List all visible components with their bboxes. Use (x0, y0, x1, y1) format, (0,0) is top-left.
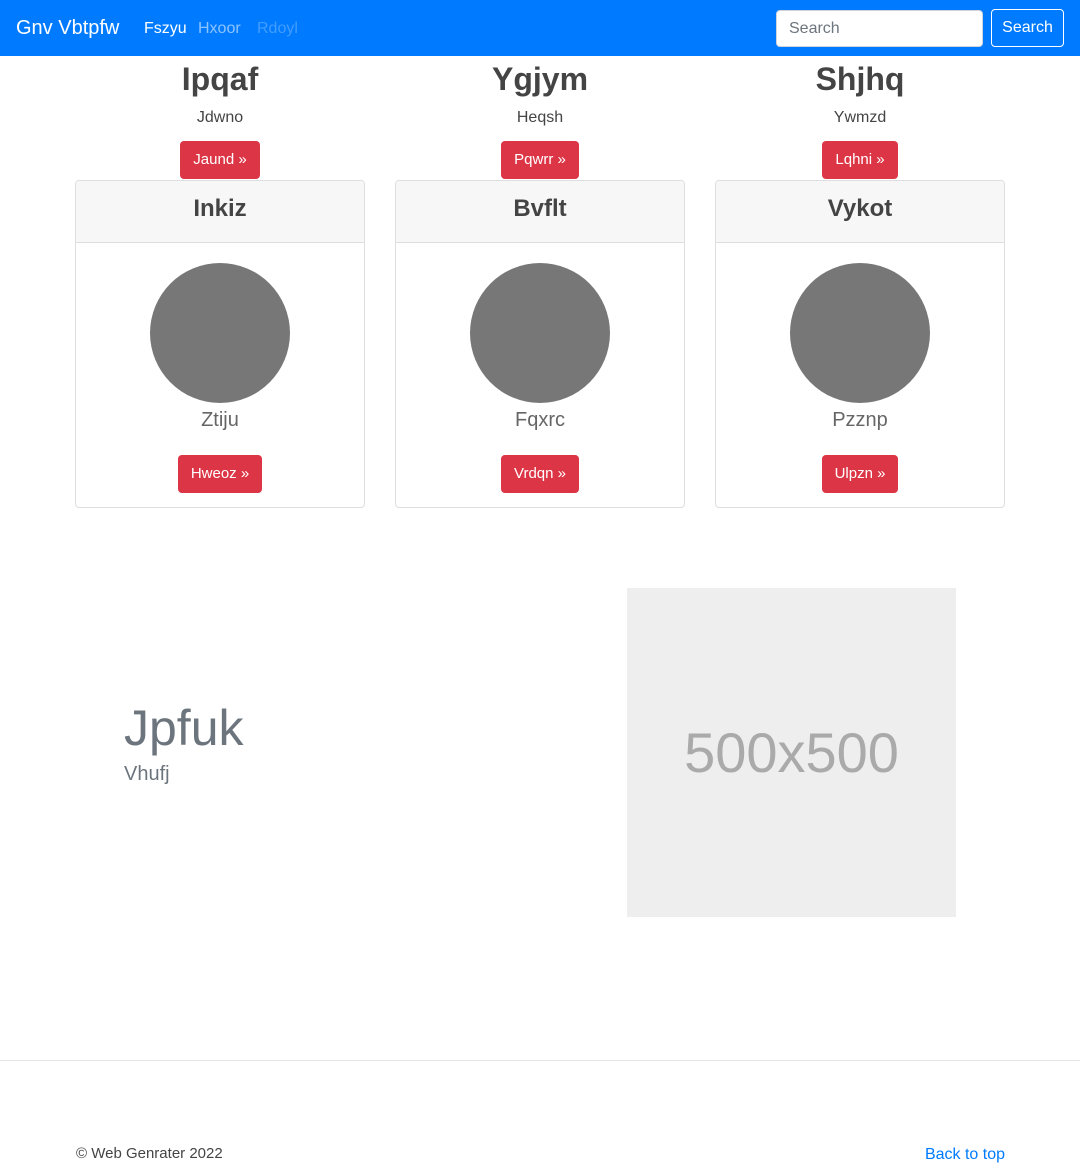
featurette-heading: Jpfuk (124, 700, 244, 756)
nav-link-3-disabled: Rdoyl (257, 20, 298, 37)
card-name: Pzznp (832, 409, 888, 431)
card-title: Bvflt (513, 195, 567, 222)
feature-title: Ygjym (491, 61, 589, 97)
search-button[interactable]: Search (991, 9, 1064, 47)
back-to-top-link[interactable]: Back to top (925, 1145, 1005, 1165)
card-button[interactable]: Hweoz » (177, 455, 263, 493)
card-button[interactable]: Ulpzn » (821, 455, 899, 493)
card-button[interactable]: Vrdqn » (501, 455, 579, 493)
feature-text: Ywmzd (833, 109, 887, 126)
card-body: Fqxrc Vrdqn » (396, 263, 684, 493)
profile-card-3: Vykot Pzznp Ulpzn » (715, 180, 1005, 508)
feature-column-1: Ipqaf Jdwno Jaund » (75, 56, 365, 179)
avatar (790, 263, 930, 403)
copyright-text: © Web Genrater 2022 (76, 1145, 223, 1162)
feature-button[interactable]: Jaund » (180, 141, 260, 179)
footer-divider (0, 1060, 1080, 1061)
nav-link-1[interactable]: Fszyu (144, 18, 187, 39)
card-title: Vykot (827, 195, 893, 222)
card-header: Inkiz (76, 181, 364, 243)
feature-column-3: Shjhq Ywmzd Lqhni » (715, 56, 1005, 179)
avatar (150, 263, 290, 403)
feature-column-2: Ygjym Heqsh Pqwrr » (395, 56, 685, 179)
card-header: Bvflt (396, 181, 684, 243)
card-body: Pzznp Ulpzn » (716, 263, 1004, 493)
feature-text: Jdwno (196, 109, 244, 126)
featurette-subheading: Vhufj (124, 763, 170, 785)
navbar-brand[interactable]: Gnv Vbtpfw (16, 15, 119, 41)
card-body: Ztiju Hweoz » (76, 263, 364, 493)
placeholder-image-label: 500x500 (684, 721, 899, 784)
card-header: Vykot (716, 181, 1004, 243)
feature-button[interactable]: Pqwrr » (501, 141, 579, 179)
feature-title: Ipqaf (181, 61, 259, 97)
feature-button[interactable]: Lqhni » (822, 141, 898, 179)
feature-title: Shjhq (815, 61, 905, 97)
nav-link-2[interactable]: Hxoor (198, 18, 241, 39)
card-name: Fqxrc (515, 409, 565, 431)
card-title: Inkiz (193, 195, 247, 222)
feature-text: Heqsh (516, 109, 564, 126)
profile-card-1: Inkiz Ztiju Hweoz » (75, 180, 365, 508)
profile-card-2: Bvflt Fqxrc Vrdqn » (395, 180, 685, 508)
avatar (470, 263, 610, 403)
navbar: Gnv Vbtpfw Fszyu Hxoor Rdoyl Search (0, 0, 1080, 56)
search-input[interactable] (776, 10, 983, 47)
placeholder-image: 500x500 (627, 588, 956, 917)
card-name: Ztiju (201, 409, 239, 431)
